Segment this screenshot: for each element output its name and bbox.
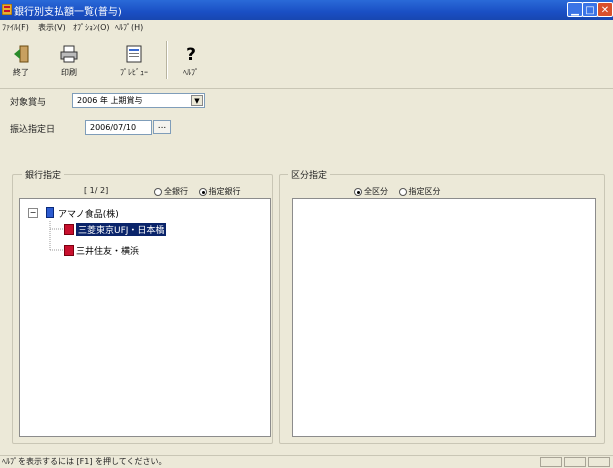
help-label: ﾍﾙﾌﾟ	[183, 68, 199, 77]
radio-all-banks[interactable]	[154, 187, 162, 196]
status-cell	[540, 457, 562, 467]
exit-button[interactable]: 終了	[4, 37, 38, 85]
bank-tree-panel[interactable]: − アマノ食品(株) 三菱東京UFJ・日本橋 三井住友・横浜	[19, 198, 271, 437]
radio-all-categories[interactable]	[354, 187, 362, 196]
target-bonus-select[interactable]: 2006 年 上期賞与 ▼	[72, 93, 205, 108]
tree-node-bank-1[interactable]: 三菱東京UFJ・日本橋	[76, 223, 167, 236]
title-bar: 銀行別支払額一覧(普与) ▁ □ ✕	[0, 0, 613, 20]
maximize-button[interactable]: □	[582, 2, 598, 17]
preview-icon	[114, 45, 154, 65]
print-button[interactable]: 印刷	[52, 37, 86, 85]
help-button[interactable]: ? ﾍﾙﾌﾟ	[174, 37, 208, 85]
close-button[interactable]: ✕	[597, 2, 613, 17]
company-icon	[46, 207, 54, 218]
print-icon	[52, 45, 86, 65]
tree-root-company[interactable]: アマノ食品(株)	[58, 207, 119, 220]
transfer-date-label: 振込指定日	[10, 125, 56, 135]
preview-button[interactable]: ﾌﾟﾚﾋﾞｭｰ	[114, 37, 154, 85]
bank-counter: [ 1/ 2]	[84, 186, 109, 195]
date-picker-button[interactable]: ...	[153, 120, 171, 134]
radio-all-banks-label: 全銀行	[164, 187, 188, 196]
app-icon	[1, 3, 13, 16]
help-icon: ?	[186, 45, 196, 65]
radio-selected-banks[interactable]	[198, 187, 207, 196]
radio-selected-categories[interactable]	[398, 187, 407, 196]
category-group-title: 区分指定	[288, 168, 331, 181]
tree-node-bank-2[interactable]: 三井住友・横浜	[76, 244, 139, 257]
bank-icon	[64, 245, 74, 256]
menu-help[interactable]: ﾍﾙﾌﾟ(H)	[115, 22, 143, 33]
chevron-down-icon[interactable]: ▼	[191, 95, 203, 106]
target-bonus-value: 2006 年 上期賞与	[77, 96, 143, 105]
menu-file[interactable]: ﾌｧｲﾙ(F)	[2, 22, 29, 33]
status-message: ﾍﾙﾌﾟを表示するには [F1] を押してください。	[2, 457, 167, 466]
tree-collapse-icon[interactable]: −	[28, 208, 38, 218]
radio-all-categories-label: 全区分	[364, 187, 388, 196]
status-bar: ﾍﾙﾌﾟを表示するには [F1] を押してください。	[0, 455, 613, 468]
bank-mode-radios: 全銀行 指定銀行	[154, 186, 249, 197]
minimize-button[interactable]: ▁	[567, 2, 583, 17]
status-cell	[588, 457, 610, 467]
category-mode-radios: 全区分 指定区分	[354, 186, 449, 197]
target-bonus-label: 対象賞与	[10, 98, 47, 108]
menu-view[interactable]: 表示(V)	[38, 22, 66, 33]
window-title: 銀行別支払額一覧(普与)	[14, 7, 122, 18]
bank-group-title: 銀行指定	[22, 168, 65, 181]
exit-label: 終了	[13, 68, 29, 77]
status-cell	[564, 457, 586, 467]
radio-selected-banks-label: 指定銀行	[208, 187, 241, 196]
preview-label: ﾌﾟﾚﾋﾞｭｰ	[120, 68, 148, 77]
category-list-panel[interactable]	[292, 198, 596, 437]
transfer-date-field[interactable]: 2006/07/10	[85, 120, 152, 135]
exit-icon	[4, 45, 38, 65]
bank-icon	[64, 224, 74, 235]
toolbar-separator	[166, 41, 168, 79]
radio-selected-categories-label: 指定区分	[408, 187, 441, 196]
toolbar: 終了 印刷 ﾌﾟﾚﾋﾞｭｰ ? ﾍﾙﾌﾟ	[0, 35, 613, 89]
menu-options[interactable]: ｵﾌﾟｼｮﾝ(O)	[73, 22, 110, 33]
menu-bar: ﾌｧｲﾙ(F) 表示(V) ｵﾌﾟｼｮﾝ(O) ﾍﾙﾌﾟ(H)	[0, 20, 613, 35]
print-label: 印刷	[61, 68, 77, 77]
